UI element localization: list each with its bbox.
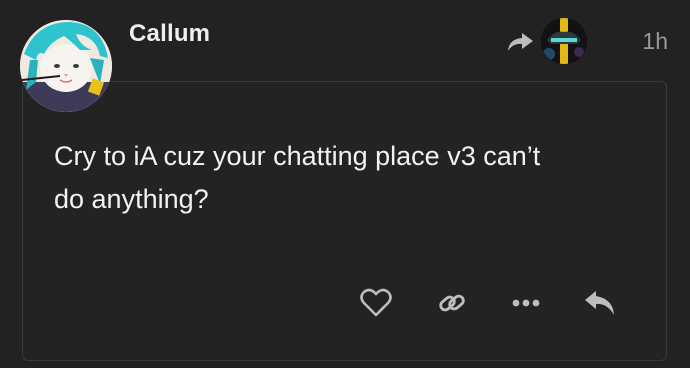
username[interactable]: Callum <box>129 20 210 48</box>
heart-icon <box>360 288 392 317</box>
link-icon <box>439 294 465 312</box>
share-arrow-icon[interactable] <box>505 30 535 54</box>
post-body: Cry to iA cuz your chatting place v3 can… <box>54 135 644 221</box>
avatar-image <box>20 20 112 112</box>
reply-avatar-image <box>541 18 587 64</box>
copy-link-button[interactable] <box>434 285 470 321</box>
reply-icon <box>585 291 614 315</box>
post-body-line: do anything? <box>54 184 209 214</box>
post-timestamp[interactable]: 1h <box>642 28 668 55</box>
reply-to-avatar[interactable] <box>541 18 587 64</box>
more-options-button[interactable] <box>508 285 544 321</box>
reply-button[interactable] <box>582 285 618 321</box>
ellipsis-icon <box>512 299 540 307</box>
post-card <box>22 81 667 361</box>
avatar[interactable] <box>20 20 112 112</box>
post-body-line: Cry to iA cuz your chatting place v3 can… <box>54 141 541 171</box>
like-button[interactable] <box>358 285 394 321</box>
